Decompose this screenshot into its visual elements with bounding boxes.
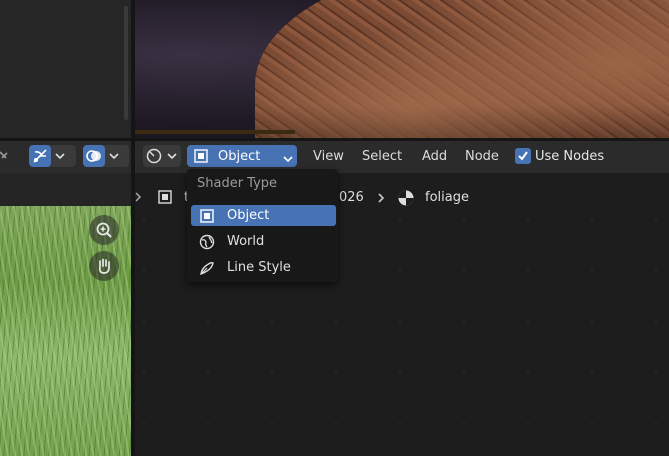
panel-scrollbar[interactable]	[124, 6, 128, 120]
menu-option-world[interactable]: World	[191, 231, 336, 252]
overlay-icon	[83, 145, 105, 167]
viewport-subheader	[0, 173, 131, 206]
editor-type-button[interactable]	[143, 145, 181, 167]
render-shadow	[255, 105, 669, 138]
menu-title: Shader Type	[197, 176, 278, 191]
menu-option-object[interactable]: Object	[191, 205, 336, 226]
object-icon	[157, 189, 173, 209]
chevron-down-icon[interactable]	[165, 152, 179, 160]
shader-type-dropdown[interactable]: Object	[187, 145, 297, 167]
breadcrumb-material: foliage	[425, 190, 469, 205]
menu-node[interactable]: Node	[465, 149, 499, 164]
menu-option-label: Object	[227, 208, 270, 223]
zoom-icon	[96, 222, 112, 238]
menu-view[interactable]: View	[313, 149, 344, 164]
top-left-panel	[0, 0, 131, 138]
chevron-down-icon[interactable]	[105, 152, 123, 160]
menu-option-label: World	[227, 234, 265, 249]
menu-add[interactable]: Add	[422, 149, 447, 164]
pin-icon[interactable]	[0, 148, 8, 164]
hand-icon	[98, 258, 110, 274]
checkmark-icon	[518, 151, 528, 161]
breadcrumb-material-slot: 026	[339, 190, 364, 205]
world-icon	[196, 231, 218, 252]
node-editor-icon	[143, 145, 165, 167]
use-nodes-label[interactable]: Use Nodes	[535, 149, 604, 164]
menu-select[interactable]: Select	[362, 149, 402, 164]
chevron-right-icon	[134, 191, 142, 207]
gizmo-toggle-button[interactable]	[29, 145, 76, 167]
use-nodes-checkbox[interactable]	[515, 148, 531, 164]
line-style-icon	[196, 257, 218, 278]
render-floor-edge	[135, 130, 295, 134]
shader-type-menu: Shader Type Object World Line Style	[187, 169, 338, 282]
chevron-down-icon	[283, 152, 293, 167]
menu-option-line-style[interactable]: Line Style	[191, 257, 336, 278]
material-icon	[397, 189, 415, 211]
menu-option-label: Line Style	[227, 260, 291, 275]
overlay-toggle-button[interactable]	[83, 145, 129, 167]
pan-button[interactable]	[89, 251, 119, 281]
object-icon	[187, 148, 215, 164]
shader-type-value: Object	[218, 148, 261, 164]
render-viewport[interactable]	[135, 0, 669, 138]
zoom-button[interactable]	[89, 215, 119, 245]
chevron-down-icon[interactable]	[51, 152, 69, 160]
gizmo-icon	[29, 145, 51, 167]
object-icon	[196, 205, 218, 226]
3d-viewport[interactable]	[0, 206, 131, 456]
chevron-right-icon	[377, 192, 385, 208]
